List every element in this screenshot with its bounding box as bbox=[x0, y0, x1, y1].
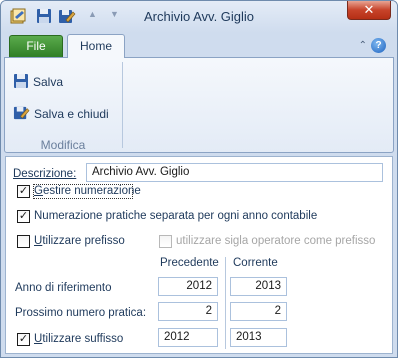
separate-numbering-label: Numerazione pratiche separata per ogni a… bbox=[34, 210, 318, 222]
sigla-operatore-label: utilizzare sigla operatore come prefisso bbox=[176, 235, 376, 247]
save-button-label: Salva bbox=[33, 75, 64, 89]
tab-home[interactable]: Home bbox=[67, 34, 125, 58]
save-close-button[interactable]: Salva e chiudi bbox=[13, 104, 109, 124]
ribbon-tab-row: File Home ⌃ ? bbox=[1, 33, 397, 58]
suffix-checkbox[interactable]: ✓ bbox=[17, 333, 30, 346]
column-header-precedente: Precedente bbox=[160, 257, 219, 269]
ribbon-panel: Salva Salva e chiudi Modifica bbox=[4, 57, 394, 153]
gestire-numerazione-checkbox[interactable]: ✓ bbox=[17, 185, 30, 198]
next-number-current-field[interactable]: 2 bbox=[230, 302, 287, 321]
suffix-current-field[interactable]: 2013 bbox=[230, 328, 287, 347]
prefix-checkbox[interactable] bbox=[17, 235, 30, 248]
separate-numbering-checkbox[interactable]: ✓ bbox=[17, 210, 30, 223]
suffix-previous-field[interactable]: 2012 bbox=[158, 328, 218, 347]
next-number-previous-field[interactable]: 2 bbox=[158, 302, 218, 321]
close-button[interactable]: ✕ bbox=[347, 1, 391, 20]
column-header-corrente: Corrente bbox=[233, 257, 278, 269]
save-icon bbox=[13, 73, 29, 92]
ribbon-group-label: Modifica bbox=[40, 138, 86, 152]
help-icon[interactable]: ? bbox=[371, 38, 386, 53]
description-field[interactable]: Archivio Avv. Giglio bbox=[86, 163, 383, 182]
year-previous-field[interactable]: 2012 bbox=[158, 277, 218, 296]
tab-file[interactable]: File bbox=[9, 35, 63, 58]
ribbon-group-separator bbox=[122, 62, 123, 148]
save-close-button-label: Salva e chiudi bbox=[34, 107, 109, 121]
suffix-label: Utilizzare suffisso bbox=[34, 333, 124, 345]
prefix-label: Utilizzare prefisso bbox=[34, 235, 125, 247]
minimize-ribbon-icon[interactable]: ⌃ bbox=[359, 40, 367, 51]
dialog-window: ▲ ▼ Archivio Avv. Giglio ✕ File Home ⌃ ?… bbox=[0, 0, 398, 358]
description-label: Descrizione: bbox=[13, 168, 77, 180]
save-button[interactable]: Salva bbox=[13, 72, 63, 92]
year-label: Anno di riferimento bbox=[15, 282, 112, 294]
save-close-icon bbox=[13, 104, 30, 124]
column-divider bbox=[225, 257, 226, 349]
next-number-label: Prossimo numero pratica: bbox=[15, 307, 147, 319]
gestire-numerazione-label: Gestire numerazione bbox=[34, 185, 141, 197]
title-bar: ▲ ▼ Archivio Avv. Giglio ✕ bbox=[1, 1, 397, 33]
sigla-operatore-checkbox[interactable] bbox=[159, 235, 172, 248]
year-current-field[interactable]: 2013 bbox=[230, 277, 287, 296]
settings-form: Descrizione: Archivio Avv. Giglio ✓ Gest… bbox=[5, 156, 393, 354]
window-title: Archivio Avv. Giglio bbox=[143, 9, 255, 24]
